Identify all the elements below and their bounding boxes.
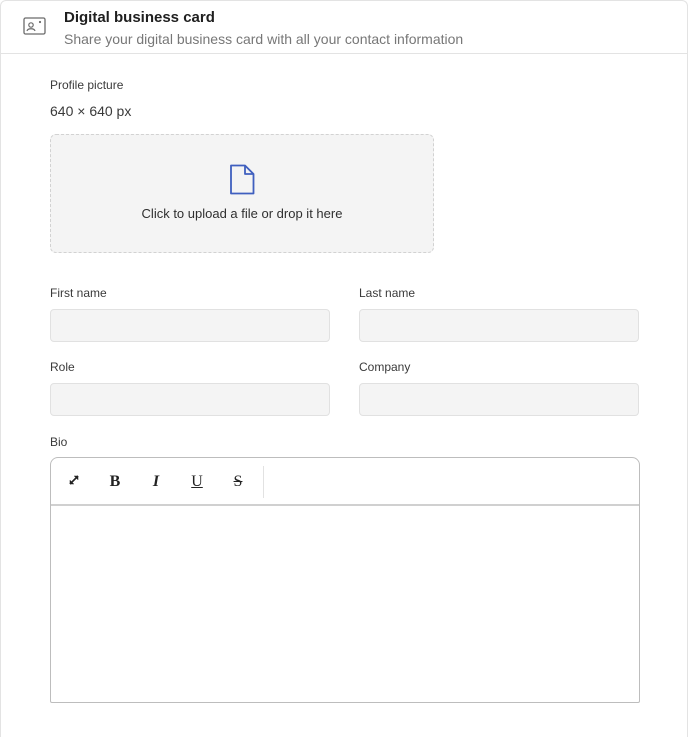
page-subtitle: Share your digital business card with al… <box>64 31 464 47</box>
first-name-input[interactable] <box>50 309 330 342</box>
strikethrough-button[interactable]: S <box>225 470 251 494</box>
bio-editor: B I U S <box>50 457 640 703</box>
profile-picture-dropzone[interactable]: Click to upload a file or drop it here <box>50 134 434 253</box>
expand-icon <box>67 473 81 492</box>
business-card-panel: Digital business card Share your digital… <box>0 0 688 737</box>
last-name-input[interactable] <box>359 309 639 342</box>
bio-label: Bio <box>50 435 68 449</box>
profile-picture-size: 640 × 640 px <box>50 103 132 119</box>
bio-toolbar: B I U S <box>51 458 639 506</box>
dropzone-text: Click to upload a file or drop it here <box>141 206 343 221</box>
expand-button[interactable] <box>61 470 87 494</box>
panel-header: Digital business card Share your digital… <box>1 1 687 54</box>
italic-button[interactable]: I <box>143 470 169 494</box>
page-title: Digital business card <box>64 9 215 26</box>
file-icon <box>229 164 255 195</box>
last-name-label: Last name <box>359 286 416 300</box>
role-label: Role <box>50 360 75 374</box>
profile-picture-label: Profile picture <box>50 78 124 92</box>
contact-card-icon <box>23 17 46 35</box>
role-input[interactable] <box>50 383 330 416</box>
company-input[interactable] <box>359 383 639 416</box>
first-name-label: First name <box>50 286 107 300</box>
company-label: Company <box>359 360 411 374</box>
bio-textarea[interactable] <box>51 508 639 702</box>
underline-button[interactable]: U <box>184 470 210 494</box>
bold-button[interactable]: B <box>102 470 128 494</box>
toolbar-divider <box>263 466 264 498</box>
